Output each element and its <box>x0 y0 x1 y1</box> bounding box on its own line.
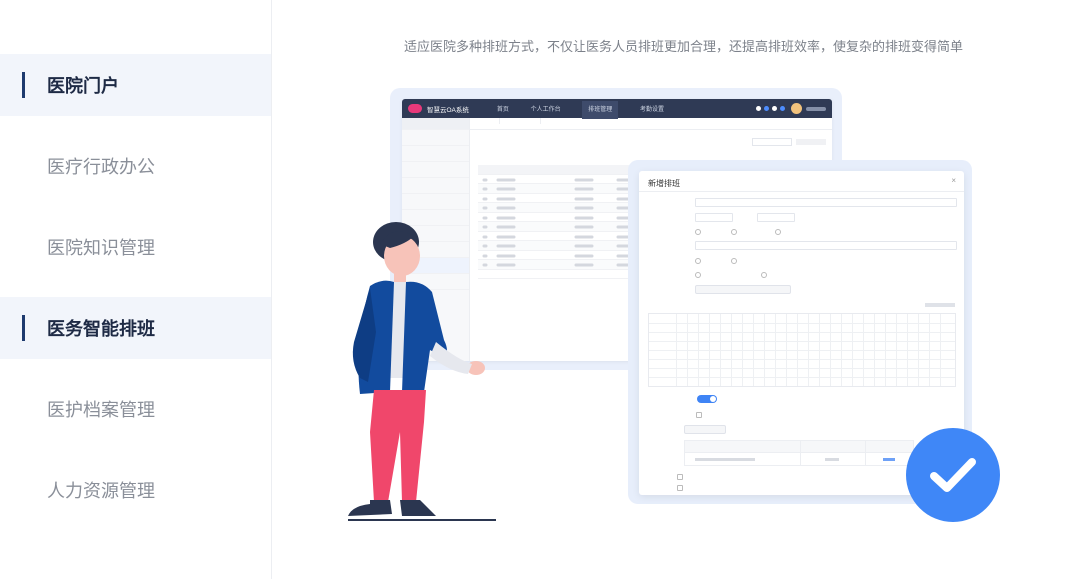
mail-icon <box>772 106 777 111</box>
form-row <box>639 228 964 238</box>
hint-text-placeholder <box>925 303 955 307</box>
date-input[interactable] <box>695 213 733 222</box>
bell-icon <box>756 106 761 111</box>
feature-nav: 医院门户 医疗行政办公 医院知识管理 医务智能排班 医护档案管理 人力资源管理 <box>0 0 272 579</box>
mockup-menu-item: 首页 <box>496 107 509 113</box>
mockup-menu-item: 个人工作台 <box>530 107 561 113</box>
form-row <box>639 213 964 223</box>
mockup-search-button <box>796 139 826 145</box>
mockup-topbar-right <box>753 103 832 114</box>
radio-option[interactable] <box>731 229 737 235</box>
mockup-table-lines <box>482 178 640 267</box>
badge-dot-icon <box>780 106 785 111</box>
holiday-toggle[interactable] <box>697 395 717 403</box>
avatar <box>791 103 802 114</box>
add-rule-button[interactable] <box>684 425 726 434</box>
nav-item-medical-admin[interactable]: 医疗行政办公 <box>0 135 271 197</box>
mockup-topbar: 智慧云OA系统 首页 个人工作台 排班管理 考勤设置 <box>402 99 832 119</box>
nav-item-label: 医护档案管理 <box>47 400 155 420</box>
checkbox[interactable] <box>677 485 683 491</box>
nav-item-label: 医院知识管理 <box>47 238 155 258</box>
radio-option[interactable] <box>761 272 767 278</box>
nav-item-hospital-portal[interactable]: 医院门户 <box>0 54 271 116</box>
cloud-logo-icon <box>408 104 422 113</box>
checkbox[interactable] <box>677 474 683 480</box>
mockup-menu-item: 考勤设置 <box>639 107 664 113</box>
mockup-menu: 首页 个人工作台 排班管理 考勤设置 <box>496 101 684 119</box>
radio-option[interactable] <box>775 229 781 235</box>
nav-item-label: 医疗行政办公 <box>47 157 155 177</box>
date-input[interactable] <box>757 213 795 222</box>
radio-option[interactable] <box>695 272 701 278</box>
feature-subtitle: 适应医院多种排班方式，不仅让医务人员排班更加合理，还提高排班效率，使复杂的排班变… <box>404 39 964 54</box>
form-select[interactable] <box>695 241 957 250</box>
select-shift-button[interactable] <box>695 285 791 294</box>
badge-dot-icon <box>764 106 769 111</box>
nav-item-label: 人力资源管理 <box>47 481 155 501</box>
mockup-tabs <box>470 118 832 130</box>
form-row <box>639 271 964 281</box>
schedule-grid <box>648 313 956 387</box>
radio-option[interactable] <box>695 258 701 264</box>
mockup-menu-item: 排班管理 <box>582 101 619 119</box>
form-row <box>639 198 964 208</box>
rule-table <box>684 440 914 466</box>
check-icon <box>930 458 976 492</box>
edit-link[interactable] <box>883 458 895 461</box>
success-check-badge <box>906 428 1000 522</box>
active-marker <box>22 315 25 341</box>
active-marker <box>22 72 25 98</box>
person-illustration <box>348 222 496 521</box>
dialog-title: 新增排班 <box>648 179 680 188</box>
nav-item-knowledge[interactable]: 医院知识管理 <box>0 216 271 278</box>
user-name-placeholder <box>806 106 826 111</box>
mockup-brand: 智慧云OA系统 <box>427 106 469 114</box>
feature-page: 医院门户 医疗行政办公 医院知识管理 医务智能排班 医护档案管理 人力资源管理 … <box>0 0 1080 579</box>
nav-item-label: 医院门户 <box>47 76 119 96</box>
nav-item-hr[interactable]: 人力资源管理 <box>0 459 271 521</box>
form-input[interactable] <box>695 198 957 207</box>
form-row <box>639 257 964 267</box>
form-row <box>639 241 964 251</box>
nav-item-label: 医务智能排班 <box>47 319 155 339</box>
mockup-search-box <box>752 138 792 146</box>
radio-option[interactable] <box>731 258 737 264</box>
checkbox[interactable] <box>696 412 702 418</box>
nav-item-archives[interactable]: 医护档案管理 <box>0 378 271 440</box>
nav-item-scheduling[interactable]: 医务智能排班 <box>0 297 271 359</box>
radio-option[interactable] <box>695 229 701 235</box>
close-icon[interactable]: × <box>951 176 956 185</box>
